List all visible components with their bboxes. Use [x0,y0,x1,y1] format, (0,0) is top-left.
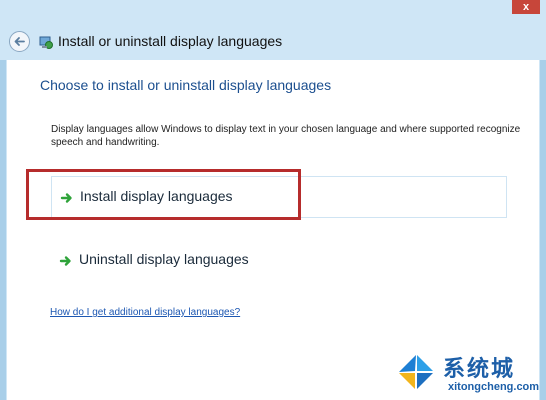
windows-logo-icon [396,352,436,392]
description-text: Display languages allow Windows to displ… [51,124,521,148]
title-bar: x [0,0,546,24]
uninstall-display-languages-label: Uninstall display languages [79,251,249,267]
back-arrow-icon [14,37,25,46]
page-title: Install or uninstall display languages [58,33,283,49]
window-left-border [0,0,6,400]
navigation-bar: Install or uninstall display languages [0,24,546,60]
watermark-name: 系统城 [443,356,516,381]
content-pane: Choose to install or uninstall display l… [7,60,539,400]
close-button[interactable]: x [512,0,540,14]
back-button[interactable] [9,31,30,52]
green-arrow-icon [59,256,71,266]
window-right-border [540,0,546,400]
watermark-url: xitongcheng.com [448,381,540,393]
section-heading: Choose to install or uninstall display l… [40,77,332,93]
control-panel-icon [39,36,53,49]
uninstall-display-languages-option[interactable]: Uninstall display languages [51,240,507,282]
highlight-annotation-box [26,169,301,220]
help-link-additional-languages[interactable]: How do I get additional display language… [50,307,240,318]
